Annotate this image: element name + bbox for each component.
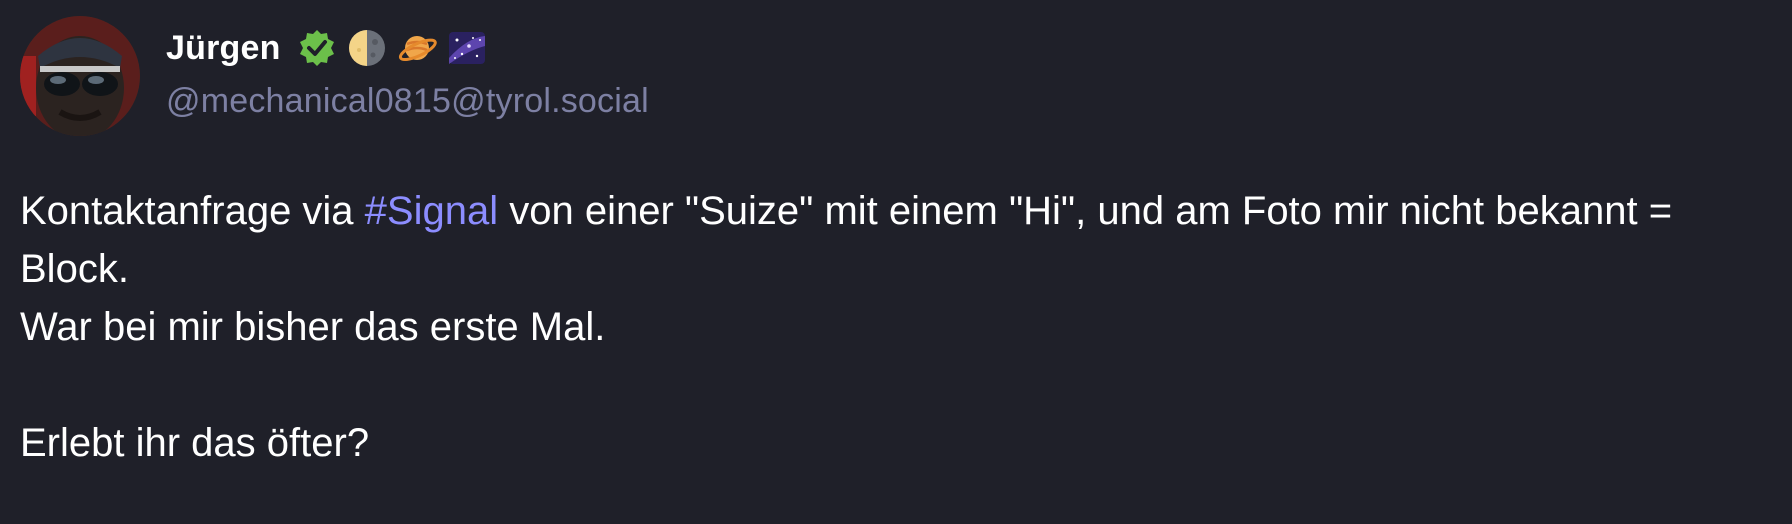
display-name[interactable]: Jürgen — [166, 29, 281, 68]
post-content: Kontaktanfrage via #Signal von einer "Su… — [20, 182, 1770, 472]
post-paragraph-3: Erlebt ihr das öfter? — [20, 421, 370, 465]
post-paragraph-2: War bei mir bisher das erste Mal. — [20, 305, 606, 349]
avatar[interactable] — [20, 16, 140, 136]
half-moon-icon — [347, 28, 387, 68]
post-card: Jürgen @mechanical0815@tyrol.social Kont… — [0, 0, 1792, 524]
post-paragraph-1: Kontaktanfrage via #Signal von einer "Su… — [20, 182, 1770, 298]
author-name-row: Jürgen — [166, 24, 487, 72]
post-text-before-hashtag: Kontaktanfrage via — [20, 189, 365, 233]
account-handle[interactable]: @mechanical0815@tyrol.social — [166, 82, 649, 121]
milky-way-icon — [447, 28, 487, 68]
verified-badge-icon — [297, 28, 337, 68]
ringed-planet-icon — [397, 28, 437, 68]
hashtag-link[interactable]: #Signal — [365, 189, 498, 233]
